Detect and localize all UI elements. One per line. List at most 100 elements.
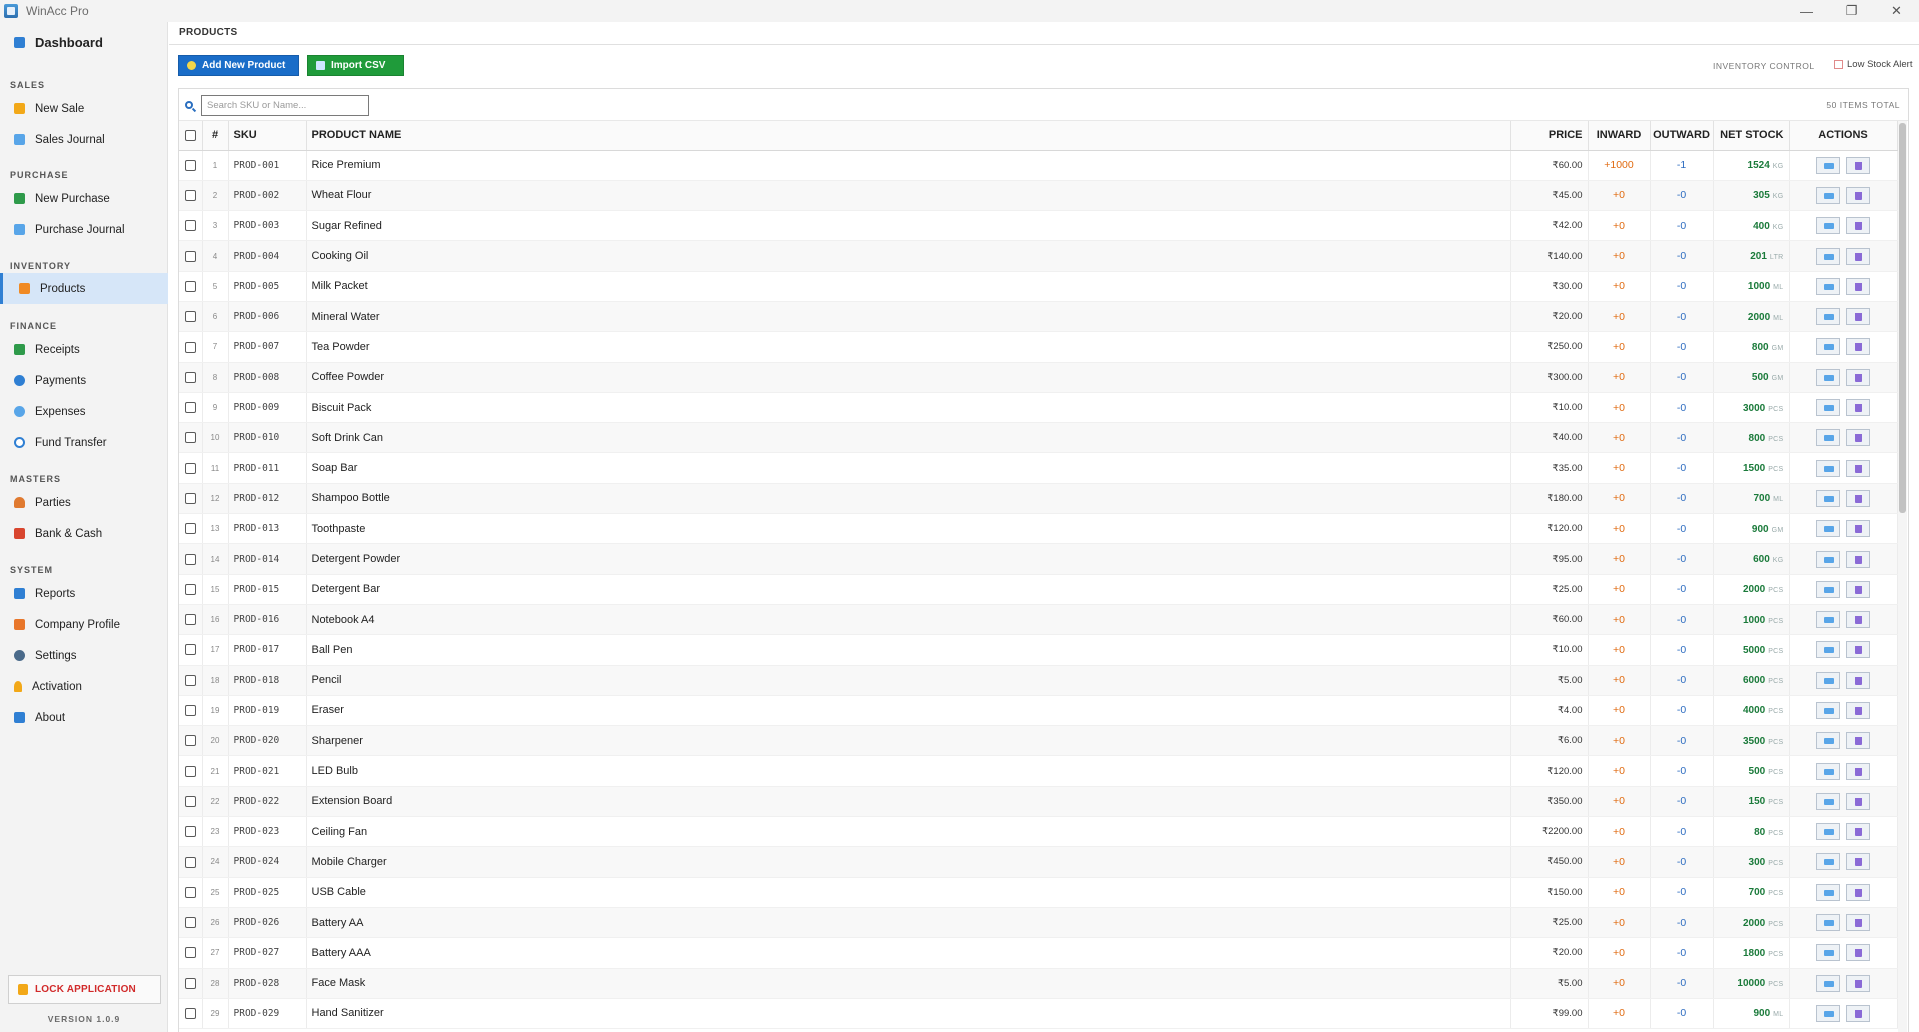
row-checkbox[interactable] [184, 583, 196, 595]
edit-icon[interactable] [1816, 399, 1840, 417]
search-input[interactable] [201, 95, 369, 116]
row-checkbox[interactable] [184, 856, 196, 868]
sidebar-item-fund-transfer[interactable]: Fund Transfer [0, 427, 168, 458]
delete-icon[interactable] [1846, 853, 1870, 871]
sidebar-item-activation[interactable]: Activation [0, 671, 168, 702]
edit-icon[interactable] [1816, 429, 1840, 447]
delete-icon[interactable] [1846, 732, 1870, 750]
row-checkbox[interactable] [184, 553, 196, 565]
edit-icon[interactable] [1816, 611, 1840, 629]
table-row[interactable]: 12 PROD-012 Shampoo Bottle ₹180.00 +0 -0 700 ML [179, 483, 1898, 515]
delete-icon[interactable] [1846, 368, 1870, 386]
row-checkbox[interactable] [184, 523, 196, 535]
table-row[interactable]: 10 PROD-010 Soft Drink Can ₹40.00 +0 -0 800 PCS [179, 422, 1898, 454]
sidebar-item-expenses[interactable]: Expenses [0, 396, 168, 427]
edit-icon[interactable] [1816, 580, 1840, 598]
edit-icon[interactable] [1816, 308, 1840, 326]
low-stock-alert-toggle[interactable]: Low Stock Alert [1834, 59, 1912, 70]
edit-icon[interactable] [1816, 883, 1840, 901]
edit-icon[interactable] [1816, 974, 1840, 992]
delete-icon[interactable] [1846, 520, 1870, 538]
sidebar-item-dashboard[interactable]: Dashboard [0, 22, 168, 62]
delete-icon[interactable] [1846, 580, 1870, 598]
table-row[interactable]: 18 PROD-018 Pencil ₹5.00 +0 -0 6000 PCS [179, 665, 1898, 696]
column-header-outward[interactable]: OUTWARD [1650, 121, 1714, 151]
table-row[interactable]: 19 PROD-019 Eraser ₹4.00 +0 -0 4000 PCS [179, 695, 1898, 727]
row-checkbox[interactable] [184, 977, 196, 989]
row-checkbox[interactable] [184, 159, 196, 171]
table-row[interactable]: 25 PROD-025 USB Cable ₹150.00 +0 -0 700 PCS [179, 877, 1898, 908]
table-row[interactable]: 14 PROD-014 Detergent Powder ₹95.00 +0 -0 600 K… [179, 543, 1898, 575]
column-header-net-stock[interactable]: NET STOCK [1713, 121, 1790, 151]
edit-icon[interactable] [1816, 1004, 1840, 1022]
delete-icon[interactable] [1846, 489, 1870, 507]
edit-icon[interactable] [1816, 641, 1840, 659]
row-checkbox[interactable] [184, 886, 196, 898]
delete-icon[interactable] [1846, 1004, 1870, 1022]
table-row[interactable]: 16 PROD-016 Notebook A4 ₹60.00 +0 -0 1000 PCS [179, 604, 1898, 636]
table-row[interactable]: 23 PROD-023 Ceiling Fan ₹2200.00 +0 -0 80 PCS [179, 816, 1898, 848]
row-checkbox[interactable] [184, 432, 196, 444]
delete-icon[interactable] [1846, 217, 1870, 235]
row-checkbox[interactable] [184, 614, 196, 626]
close-button[interactable]: ✕ [1874, 0, 1919, 22]
row-checkbox[interactable] [184, 1008, 196, 1020]
column-header-inward[interactable]: INWARD [1588, 121, 1651, 151]
delete-icon[interactable] [1846, 792, 1870, 810]
delete-icon[interactable] [1846, 641, 1870, 659]
edit-icon[interactable] [1816, 853, 1840, 871]
delete-icon[interactable] [1846, 399, 1870, 417]
table-row[interactable]: 7 PROD-007 Tea Powder ₹250.00 +0 -0 800 GM [179, 331, 1898, 363]
table-row[interactable]: 5 PROD-005 Milk Packet ₹30.00 +0 -0 1000 ML [179, 271, 1898, 302]
sidebar-item-new-sale[interactable]: New Sale [0, 93, 168, 124]
table-row[interactable]: 15 PROD-015 Detergent Bar ₹25.00 +0 -0 2000 PCS [179, 574, 1898, 605]
row-checkbox[interactable] [184, 462, 196, 474]
sidebar-item-receipts[interactable]: Receipts [0, 334, 168, 365]
row-checkbox[interactable] [184, 250, 196, 262]
table-row[interactable]: 29 PROD-029 Hand Sanitizer ₹99.00 +0 -0 900 ML [179, 998, 1898, 1030]
delete-icon[interactable] [1846, 762, 1870, 780]
edit-icon[interactable] [1816, 368, 1840, 386]
edit-icon[interactable] [1816, 732, 1840, 750]
table-row[interactable]: 26 PROD-026 Battery AA ₹25.00 +0 -0 2000 PCS [179, 907, 1898, 939]
delete-icon[interactable] [1846, 974, 1870, 992]
table-row[interactable]: 2 PROD-002 Wheat Flour ₹45.00 +0 -0 305 KG [179, 180, 1898, 212]
table-row[interactable]: 3 PROD-003 Sugar Refined ₹42.00 +0 -0 400 KG [179, 210, 1898, 242]
row-checkbox[interactable] [184, 735, 196, 747]
edit-icon[interactable] [1816, 459, 1840, 477]
edit-icon[interactable] [1816, 217, 1840, 235]
sidebar-item-new-purchase[interactable]: New Purchase [0, 183, 168, 214]
delete-icon[interactable] [1846, 429, 1870, 447]
low-stock-checkbox[interactable] [1834, 60, 1843, 69]
import-csv-button[interactable]: Import CSV [307, 55, 404, 76]
row-checkbox[interactable] [184, 190, 196, 202]
column-header-price[interactable]: PRICE [1510, 121, 1589, 151]
delete-icon[interactable] [1846, 459, 1870, 477]
edit-icon[interactable] [1816, 914, 1840, 932]
edit-icon[interactable] [1816, 671, 1840, 689]
row-checkbox[interactable] [184, 765, 196, 777]
add-new-product-button[interactable]: Add New Product [178, 55, 299, 76]
table-row[interactable]: 17 PROD-017 Ball Pen ₹10.00 +0 -0 5000 PCS [179, 634, 1898, 666]
delete-icon[interactable] [1846, 277, 1870, 295]
delete-icon[interactable] [1846, 308, 1870, 326]
edit-icon[interactable] [1816, 338, 1840, 356]
sidebar-item-payments[interactable]: Payments [0, 365, 168, 396]
table-row[interactable]: 24 PROD-024 Mobile Charger ₹450.00 +0 -0 300 PC… [179, 846, 1898, 878]
table-row[interactable]: 27 PROD-027 Battery AAA ₹20.00 +0 -0 1800 PCS [179, 937, 1898, 969]
sidebar-item-parties[interactable]: Parties [0, 487, 168, 518]
row-checkbox[interactable] [184, 280, 196, 292]
column-header-sku[interactable]: SKU [228, 121, 307, 151]
table-row[interactable]: 11 PROD-011 Soap Bar ₹35.00 +0 -0 1500 PCS [179, 452, 1898, 484]
row-checkbox[interactable] [184, 917, 196, 929]
delete-icon[interactable] [1846, 671, 1870, 689]
delete-icon[interactable] [1846, 611, 1870, 629]
edit-icon[interactable] [1816, 792, 1840, 810]
row-checkbox[interactable] [184, 795, 196, 807]
edit-icon[interactable] [1816, 277, 1840, 295]
table-row[interactable]: 4 PROD-004 Cooking Oil ₹140.00 +0 -0 201 LTR [179, 240, 1898, 272]
sidebar-item-bank-cash[interactable]: Bank & Cash [0, 518, 168, 549]
sidebar-item-company-profile[interactable]: Company Profile [0, 609, 168, 640]
row-checkbox[interactable] [184, 341, 196, 353]
delete-icon[interactable] [1846, 883, 1870, 901]
